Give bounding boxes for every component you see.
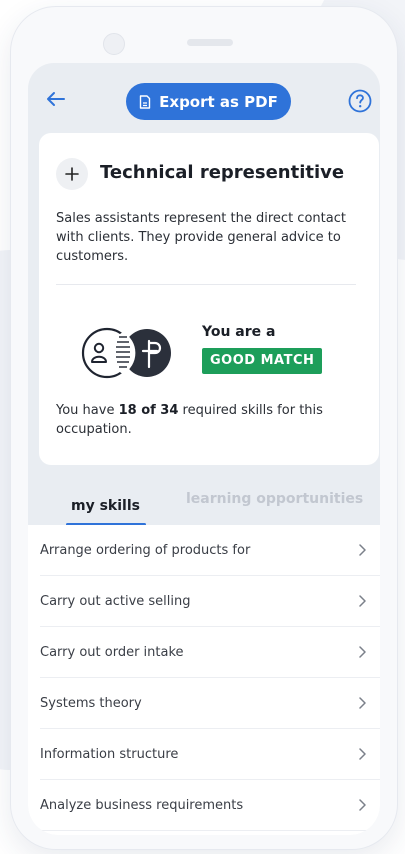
phone-frame: Export as PDF Technical representitive S…: [10, 6, 398, 850]
skills-summary: You have 18 of 34 required skills for th…: [56, 401, 366, 439]
skill-label: Carry out order intake: [40, 645, 184, 660]
export-button-label: Export as PDF: [159, 92, 278, 111]
skill-label: Analyze business requirements: [40, 798, 244, 813]
skill-list-item[interactable]: Information structure: [28, 729, 380, 780]
add-occupation-button[interactable]: [56, 158, 88, 190]
card-divider: [56, 284, 356, 285]
phone-speaker: [187, 39, 233, 46]
skills-summary-prefix: You have: [56, 403, 119, 418]
skill-label: Arrange ordering of products for: [40, 543, 251, 558]
occupation-title: Technical representitive: [100, 162, 345, 183]
skills-count: 18 of 34: [118, 403, 179, 418]
skill-list-item[interactable]: Systems theory: [28, 678, 380, 729]
export-pdf-button[interactable]: Export as PDF: [126, 83, 291, 120]
chevron-right-icon: [359, 544, 366, 556]
chevron-right-icon: [359, 697, 366, 709]
skill-list-item[interactable]: Analyze business requirements: [28, 780, 380, 831]
question-circle-icon: [348, 89, 372, 113]
page-background: Export as PDF Technical representitive S…: [0, 0, 405, 854]
chevron-right-icon: [359, 595, 366, 607]
plus-icon: [65, 167, 79, 181]
occupation-description: Sales assistants represent the direct co…: [56, 211, 346, 264]
chevron-right-icon: [359, 748, 366, 760]
match-intro-label: You are a: [202, 324, 276, 340]
back-button[interactable]: [42, 85, 70, 113]
help-button[interactable]: [348, 89, 372, 113]
chevron-right-icon: [359, 799, 366, 811]
occupation-card: Technical representitive Sales assistant…: [39, 133, 379, 465]
document-icon: [139, 94, 151, 109]
skill-list-item[interactable]: Carry out active selling: [28, 576, 380, 627]
chevron-right-icon: [359, 646, 366, 658]
phone-camera: [103, 33, 125, 55]
arrow-left-icon: [47, 92, 65, 106]
match-badge: GOOD MATCH: [202, 348, 323, 374]
skill-label: Carry out active selling: [40, 594, 191, 609]
skill-label: Information structure: [40, 747, 179, 762]
skill-label: Systems theory: [40, 696, 142, 711]
tab-my-skills[interactable]: my skills: [71, 498, 140, 514]
skill-list-item[interactable]: Carry out order intake: [28, 627, 380, 678]
skill-list: Arrange ordering of products for Carry o…: [28, 525, 380, 835]
person-match-icon: [81, 327, 171, 379]
app-screen: Export as PDF Technical representitive S…: [28, 63, 380, 835]
skill-list-item[interactable]: Arrange ordering of products for: [28, 525, 380, 576]
tab-learning-opportunities[interactable]: learning opportunities: [186, 491, 363, 507]
